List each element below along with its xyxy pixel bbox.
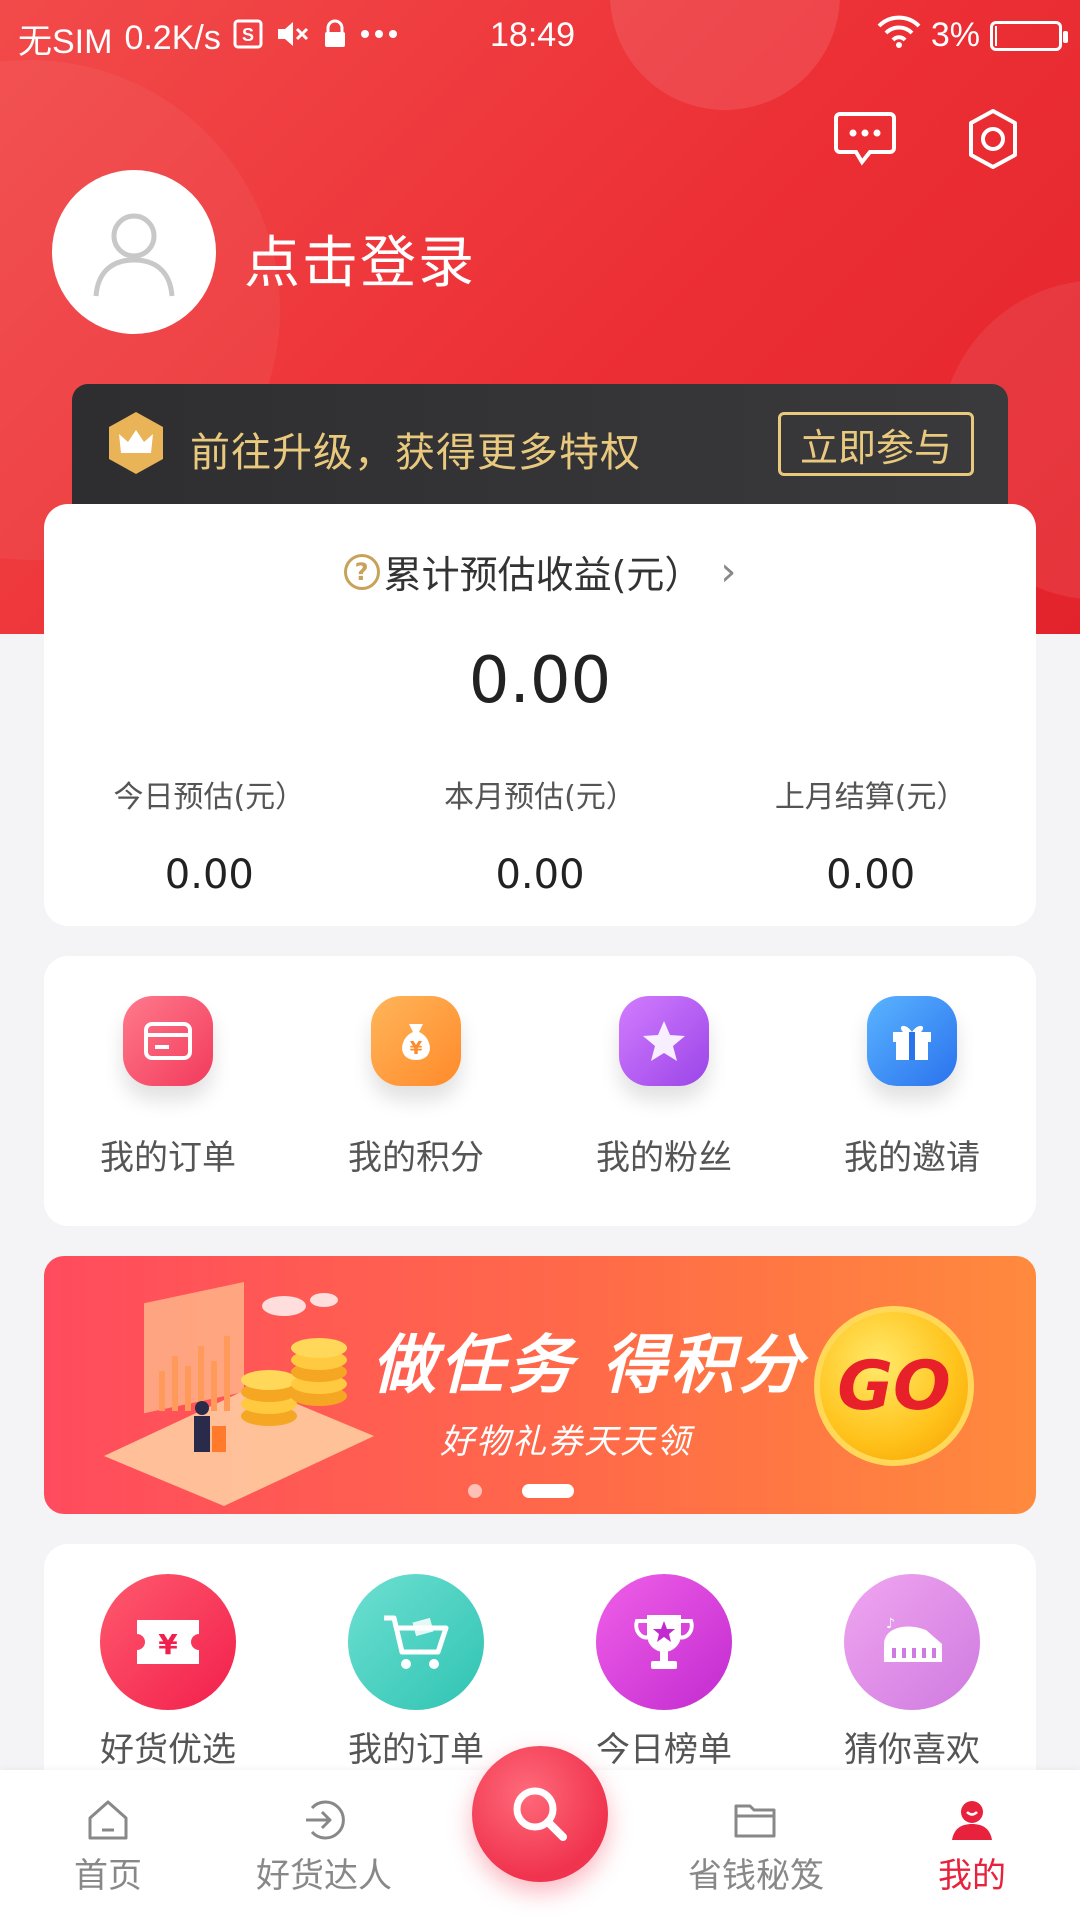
service-label: 好货优选 (100, 1730, 236, 1770)
stat-label: 上月结算(元） (774, 780, 967, 815)
battery-percent: 3% (930, 16, 980, 54)
order-card-icon (123, 996, 213, 1086)
quick-menu: 我的订单 ¥ 我的积分 我的粉丝 我的邀请 (44, 956, 1036, 1226)
search-icon (513, 1787, 567, 1841)
service-label: 今日榜单 (596, 1730, 732, 1770)
service-item-orders[interactable]: 我的订单 (292, 1544, 540, 1784)
question-icon[interactable]: ? (343, 553, 380, 590)
star-icon (619, 996, 709, 1086)
svg-text:¥: ¥ (158, 1628, 178, 1661)
tab-mine[interactable]: 我的 (864, 1770, 1080, 1920)
carousel-dot[interactable] (468, 1484, 482, 1498)
shopping-cart-icon (348, 1574, 484, 1710)
menu-item-invites[interactable]: 我的邀请 (788, 956, 1036, 1226)
vip-upgrade-bar: 前往升级，获得更多特权 立即参与 (72, 384, 1008, 508)
status-bar: 无SIM 0.2K/s S 18:49 3% (0, 0, 1080, 76)
mute-icon (275, 19, 311, 58)
stat-value: 0.00 (826, 852, 916, 898)
crown-icon (109, 412, 163, 474)
tab-good-picks[interactable]: 好货达人 (216, 1770, 432, 1920)
earnings-title: 累计预估收益(元） (383, 553, 703, 597)
menu-label: 我的粉丝 (596, 1138, 732, 1178)
svg-text:S: S (242, 25, 254, 45)
tab-label: 好货达人 (256, 1856, 392, 1896)
menu-label: 我的邀请 (844, 1138, 980, 1178)
stat-today: 今日预估(元） 0.00 (44, 772, 375, 898)
stat-last-month: 上月结算(元） 0.00 (705, 772, 1036, 898)
go-badge: GO (814, 1306, 974, 1466)
stat-value: 0.00 (164, 852, 254, 898)
arrow-circle-icon (306, 1800, 345, 1840)
folder-icon (734, 1804, 776, 1838)
earnings-stats: 今日预估(元） 0.00 本月预估(元） 0.00 上月结算(元） 0.00 (44, 772, 1036, 898)
join-now-button[interactable]: 立即参与 (778, 412, 974, 476)
service-item-featured[interactable]: ¥ 好货优选 (44, 1544, 292, 1784)
battery-icon (990, 20, 1068, 51)
earnings-card: ? 累计预估收益(元） › 0.00 今日预估(元） 0.00 本月预估(元） … (44, 504, 1036, 926)
carrier-text: 无SIM (18, 22, 113, 61)
earnings-title-link[interactable]: ? 累计预估收益(元） › (44, 544, 1036, 599)
carousel-dots (468, 1484, 574, 1498)
battery-level (995, 25, 997, 46)
banner-subtitle: 好物礼券天天领 (440, 1422, 692, 1462)
service-item-ranking[interactable]: 今日榜单 (540, 1544, 788, 1784)
banner-illustration (104, 1281, 374, 1506)
carousel-dot-active[interactable] (522, 1484, 574, 1498)
screenshot-icon: S (233, 19, 263, 58)
service-item-guess-you-like[interactable]: ♪ 猜你喜欢 (788, 1544, 1036, 1784)
wifi-icon (877, 14, 921, 57)
menu-label: 我的积分 (348, 1138, 484, 1178)
svg-text:¥: ¥ (410, 1038, 423, 1059)
home-icon (88, 1800, 128, 1840)
stat-this-month: 本月预估(元） 0.00 (375, 772, 706, 898)
status-time: 18:49 (490, 16, 576, 54)
earnings-total: 0.00 (468, 644, 612, 718)
vip-upgrade-text: 前往升级，获得更多特权 (190, 430, 641, 476)
task-banner[interactable]: 做任务 得积分 好物礼券天天领 GO (44, 1256, 1036, 1514)
tab-label: 我的 (938, 1856, 1006, 1896)
tab-label: 省钱秘笈 (688, 1856, 824, 1896)
tab-label: 首页 (74, 1856, 142, 1896)
menu-item-orders[interactable]: 我的订单 (44, 956, 292, 1226)
chat-message-icon[interactable] (834, 108, 896, 170)
svg-text:♪: ♪ (886, 1616, 895, 1632)
menu-label: 我的订单 (100, 1138, 236, 1178)
search-button[interactable] (472, 1746, 608, 1882)
tab-savings-tips[interactable]: 省钱秘笈 (648, 1770, 864, 1920)
avatar[interactable] (52, 170, 216, 334)
piano-icon: ♪ (844, 1574, 980, 1710)
stat-label: 今日预估(元） (113, 780, 306, 815)
more-dots-icon (359, 19, 399, 58)
money-bag-icon: ¥ (371, 996, 461, 1086)
gear-icon[interactable] (962, 108, 1024, 170)
stat-value: 0.00 (495, 852, 585, 898)
service-label: 猜你喜欢 (844, 1730, 980, 1770)
coupon-yen-icon: ¥ (100, 1574, 236, 1710)
menu-item-points[interactable]: ¥ 我的积分 (292, 956, 540, 1226)
gift-icon (867, 996, 957, 1086)
login-link[interactable]: 点击登录 (244, 218, 476, 299)
user-icon (952, 1801, 992, 1840)
header-actions (834, 108, 1024, 170)
tab-home[interactable]: 首页 (0, 1770, 216, 1920)
banner-title: 做任务 得积分 (372, 1329, 807, 1403)
user-silhouette-icon (93, 213, 175, 297)
lock-icon (323, 19, 347, 58)
menu-item-fans[interactable]: 我的粉丝 (540, 956, 788, 1226)
stat-label: 本月预估(元） (444, 780, 636, 815)
network-speed: 0.2K/s (124, 18, 221, 57)
trophy-icon (596, 1574, 732, 1710)
chevron-right-icon: › (720, 548, 737, 595)
service-label: 我的订单 (348, 1730, 484, 1770)
